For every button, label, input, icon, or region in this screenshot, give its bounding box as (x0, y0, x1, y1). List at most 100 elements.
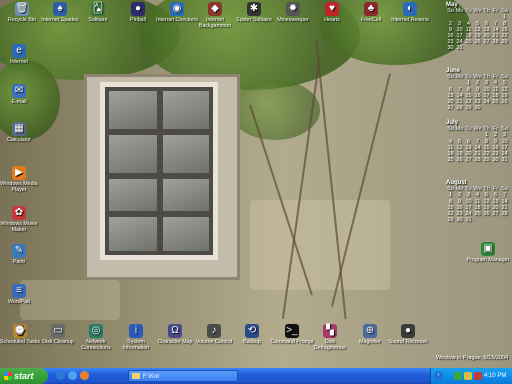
quick-launch-media-icon[interactable] (80, 371, 89, 380)
hearts-icon: ♥ (325, 2, 339, 16)
calendar-day: 31 (465, 217, 472, 224)
command-prompt-icon: >_ (285, 324, 299, 338)
calendar-july: July Su Mo Tu We Th Fr Sa 1 2 3 4 5 6 7 8 9 10 11 12 13 14 15 1… (446, 120, 512, 163)
calendar-day: 30 (474, 105, 481, 112)
ivy-foliage (230, 80, 320, 140)
tray-volume-icon[interactable] (474, 372, 482, 380)
calendar-day: 28 (456, 105, 463, 112)
scheduled-tasks-icon: ⌚ (13, 324, 27, 338)
desktop-icon-system-information[interactable]: i System Information (114, 324, 158, 351)
magnifier-icon: ⊕ (363, 324, 377, 338)
desktop-icon-label: Network Connections (81, 339, 111, 351)
calendar-day: 29 (447, 217, 454, 224)
calendar-week-row: 30 31 (446, 45, 512, 51)
internet-checkers-icon: ◉ (170, 2, 184, 16)
desktop-icon-label: Character Map (157, 339, 193, 345)
desktop-icon-label: Sound Recorder (388, 339, 428, 345)
disk-cleanup-icon: ▭ (51, 324, 65, 338)
calendar-day: 28 (474, 157, 481, 164)
desktop-icon-pinball[interactable]: ● Pinball (116, 2, 160, 23)
internet-reversi-icon: ◐ (403, 2, 417, 16)
desktop-icon-label: Disk Cleanup (42, 339, 74, 345)
wallpaper-caption: Window in Prague, 6/15/2004 (436, 355, 509, 361)
desktop-icon-label: Paint (12, 259, 26, 265)
calendar-august: August Su Mo Tu We Th Fr Sa 1 2 3 4 5 6 7 8 9 10 11 12 13 14 1… (446, 180, 512, 223)
freecell-icon: ♣ (364, 2, 378, 16)
calendar-day (500, 217, 509, 223)
desktop-icon-label: Minesweeper (277, 17, 309, 23)
desktop-icon-character-map[interactable]: Ω Character Map (153, 324, 197, 345)
minesweeper-icon: ✹ (286, 2, 300, 16)
calendar-may: May Su Mo Tu We Th Fr Sa 1 2 3 4 5 6 7 8 9 10 11 12 13 14 15 16… (446, 2, 512, 52)
network-connections-icon: ◎ (89, 324, 103, 338)
program-manager-icon: ▣ (481, 242, 495, 256)
desktop-icon-paint[interactable]: ✎ Paint (0, 244, 41, 265)
calendar-day (482, 105, 491, 111)
calendar-day (491, 105, 500, 111)
calendar-june: June Su Mo Tu We Th Fr Sa 1 2 3 4 5 6 7 8 9 10 11 12 13 14 15 1… (446, 68, 512, 111)
windows-logo-icon (4, 372, 12, 380)
desktop-icon-windows-media-player[interactable]: ▶ Windows Media Player (0, 166, 41, 193)
desktop-icon-backup[interactable]: ⟲ Backup (230, 324, 274, 345)
desktop-icon-windows-movie-maker[interactable]: ✿ Windows Movie Maker (0, 206, 41, 233)
desktop-icon-label: Windows Movie Maker (0, 221, 38, 233)
internet-backgammon-icon: ◆ (208, 2, 222, 16)
sound-recorder-icon: ● (401, 324, 415, 338)
system-information-icon: i (129, 324, 143, 338)
desktop-icon-label: Calculator (7, 137, 31, 143)
taskbar-window-button[interactable]: F:\Kor (128, 370, 238, 382)
desktop-icon-label: Solitaire (88, 17, 108, 23)
calendar-day (500, 45, 509, 51)
desktop-icon-internet-backgammon[interactable]: ◆ Internet Backgammon (193, 2, 237, 29)
desktop-icon-network-connections[interactable]: ◎ Network Connections (74, 324, 118, 351)
desktop-icon-label: Spider Solitaire (236, 17, 272, 23)
desktop-icon-label: Disk Defragmenter (313, 339, 347, 351)
calendar-day (473, 217, 482, 223)
character-map-icon: Ω (168, 324, 182, 338)
desktop-icon-sound-recorder[interactable]: ● Sound Recorder (386, 324, 430, 345)
desktop-icon-label: E-mail (11, 99, 27, 105)
calendar-week-row: 29 30 31 (446, 217, 512, 223)
windows-media-player-icon: ▶ (12, 166, 26, 180)
desktop-icon-label: Recycle Bin (8, 17, 36, 23)
desktop-icon-program-manager[interactable]: ▣ Program Manager (466, 242, 510, 263)
tray-security-icon[interactable] (464, 372, 472, 380)
calendar-day: 30 (492, 157, 499, 164)
quick-launch-browser-icon[interactable] (56, 371, 65, 380)
quick-launch-desktop-icon[interactable] (68, 371, 77, 380)
desktop-icon-wordpad[interactable]: ≡ WordPad (0, 284, 41, 305)
e-mail-icon: ✉ (12, 84, 26, 98)
taskbar-clock[interactable]: 4:10 PM (484, 368, 506, 384)
desktop-icon-label: System Information (122, 339, 150, 351)
desktop-icon-calculator[interactable]: ▦ Calculator (0, 122, 41, 143)
calendar-week-row: 25 26 27 28 29 30 31 (446, 157, 512, 163)
calendar-day: 29 (483, 157, 490, 164)
desktop-icon-minesweeper[interactable]: ✹ Minesweeper (271, 2, 315, 23)
volume-control-icon: ♪ (207, 324, 221, 338)
desktop-icon-label: Pinball (130, 17, 146, 23)
calendar-day: 26 (456, 157, 463, 164)
desktop-icon-label: Internet Checkers (156, 17, 198, 23)
calendar-day (464, 45, 473, 51)
desktop-icon-e-mail[interactable]: ✉ E-mail (0, 84, 41, 105)
tray-network-icon[interactable] (454, 372, 462, 380)
calendar-day: 29 (465, 105, 472, 112)
desktop-icon-solitaire[interactable]: 🂡 Solitaire (76, 2, 120, 23)
calendar-day: 31 (456, 45, 463, 52)
desktop-icon-internet[interactable]: e Internet (0, 44, 41, 65)
desktop-icon-freecell[interactable]: ♣ FreeCell (349, 2, 393, 23)
wall-window (100, 82, 218, 260)
calendar-day (482, 217, 491, 223)
desktop-icon-label: FreeCell (360, 17, 382, 23)
desktop-icon-label: Magnifier (359, 339, 381, 345)
desktop-icon-disk-defragmenter[interactable]: ▚ Disk Defragmenter (308, 324, 352, 351)
desktop-icon-spider-solitaire[interactable]: ✱ Spider Solitaire (232, 2, 276, 23)
desktop-icon-label: Scheduled Tasks (0, 339, 40, 345)
show-hidden-icons-icon[interactable]: ‹ (434, 371, 443, 380)
desktop-icon-label: Program Manager (466, 257, 510, 263)
desktop-icon-hearts[interactable]: ♥ Hearts (310, 2, 354, 23)
spider-solitaire-icon: ✱ (247, 2, 261, 16)
calendar-day (491, 217, 500, 223)
desktop-icon-internet-reversi[interactable]: ◐ Internet Reversi (388, 2, 432, 23)
calendar-day (482, 45, 491, 51)
